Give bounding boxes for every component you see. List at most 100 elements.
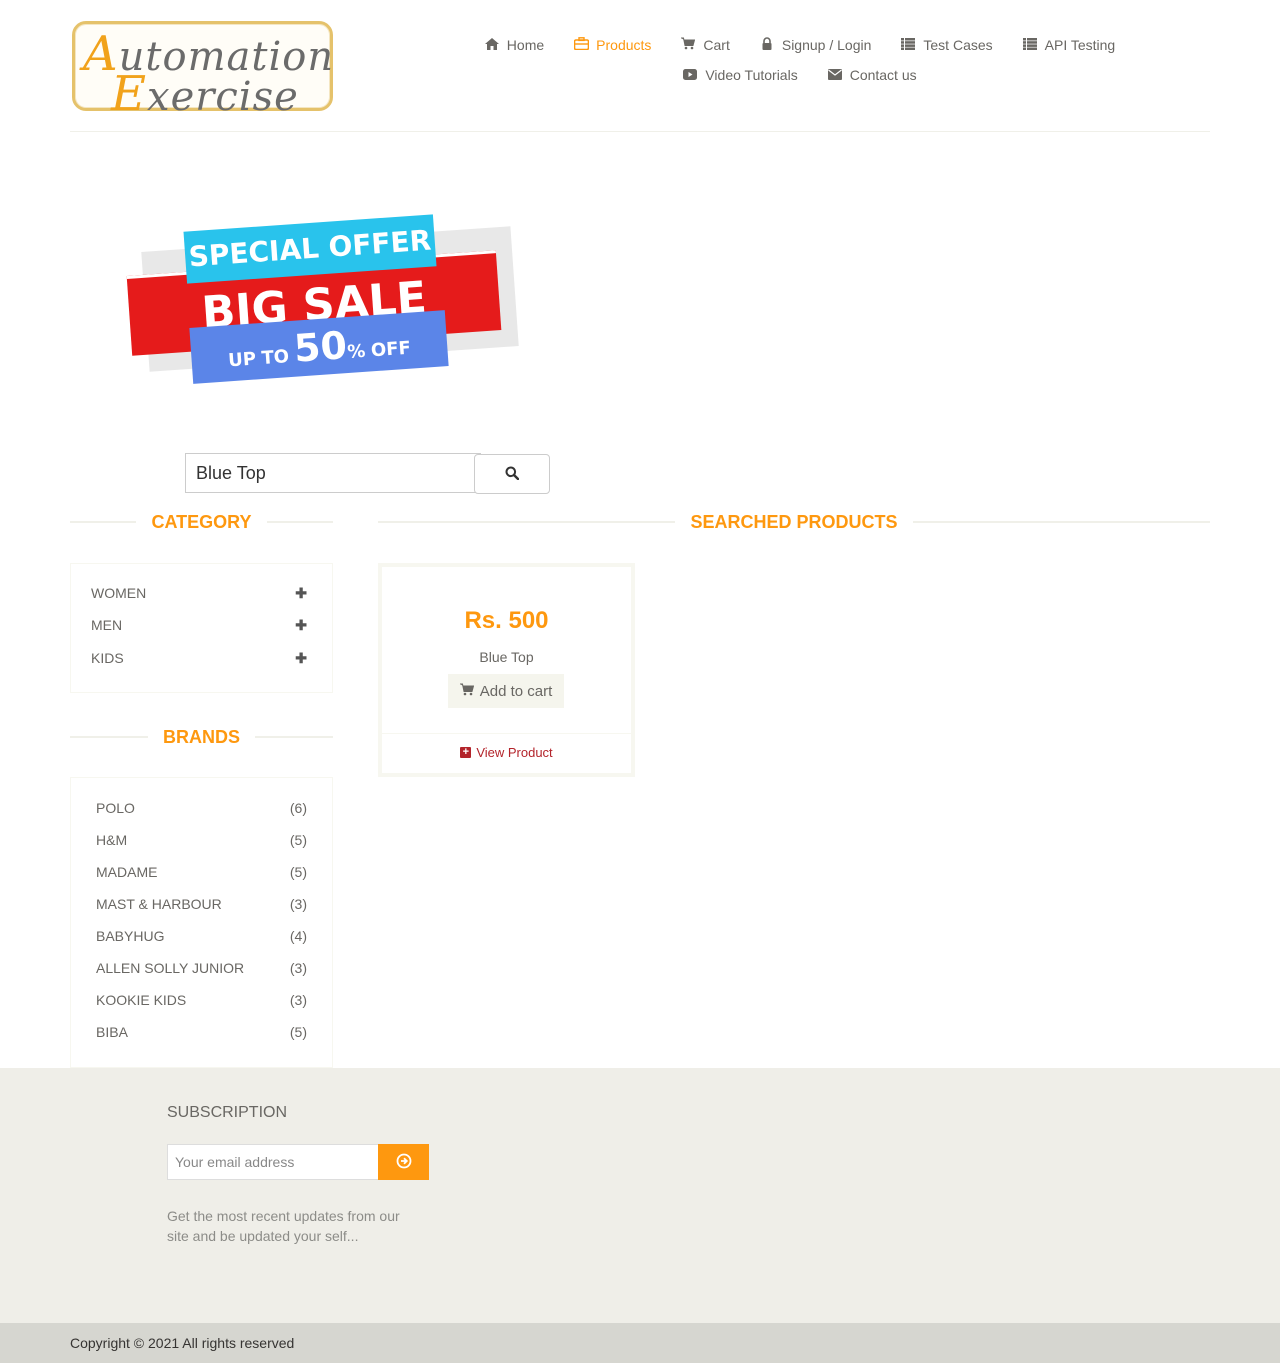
brand-name: MADAME: [96, 864, 158, 880]
brand-name: POLO: [96, 800, 135, 816]
cart-icon: [459, 683, 474, 700]
brand-count: (6): [289, 800, 307, 816]
add-to-cart-button[interactable]: Add to cart: [448, 674, 564, 708]
nav-video-tutorials[interactable]: Video Tutorials: [683, 67, 798, 83]
brand-item-biba[interactable]: BIBA (5): [96, 1022, 307, 1042]
category-title-label: CATEGORY: [136, 512, 267, 532]
nav-home[interactable]: Home: [484, 37, 545, 53]
brand-name: BABYHUG: [96, 928, 165, 944]
nav-test-cases-label: Test Cases: [923, 37, 993, 53]
site-logo[interactable]: Automation Exercise: [72, 21, 333, 122]
subscription-description: Get the most recent updates from our sit…: [167, 1208, 400, 1244]
nav-home-label: Home: [506, 37, 545, 53]
logo-line-2: Exercise: [111, 66, 299, 122]
brands-title-text: BRANDS: [70, 727, 333, 748]
nav-products[interactable]: Products: [573, 37, 652, 53]
logo-text-2: xercise: [147, 74, 299, 120]
main-nav: Home Products Cart Signup / Login Test C…: [460, 30, 1140, 90]
subscription-title: SUBSCRIPTION: [167, 1104, 288, 1121]
brand-name: BIBA: [96, 1024, 128, 1040]
brand-name: ALLEN SOLLY JUNIOR: [96, 960, 245, 976]
brand-item-madame[interactable]: MADAME (5): [96, 862, 307, 882]
plus-icon: ✚: [295, 616, 307, 633]
search-icon: [505, 466, 520, 483]
subscribe-email-input[interactable]: [167, 1144, 379, 1180]
subscribe-button[interactable]: [378, 1144, 429, 1180]
nav-products-label: Products: [596, 37, 652, 53]
nav-signup-login[interactable]: Signup / Login: [760, 37, 872, 53]
arrow-circle-right-icon: [396, 1153, 412, 1172]
category-item-label: WOMEN: [91, 585, 147, 601]
youtube-play-icon: [683, 68, 698, 83]
brand-count: (5): [289, 832, 307, 848]
banner-off: OFF: [370, 337, 412, 362]
category-item-label: MEN: [91, 617, 123, 633]
brand-count: (3): [289, 992, 307, 1008]
cart-icon: [681, 37, 696, 53]
home-icon: [484, 37, 499, 53]
brand-name: H&M: [96, 832, 128, 848]
plus-icon: ✚: [295, 584, 307, 601]
list-icon: [901, 37, 916, 53]
search-input[interactable]: [185, 453, 481, 493]
searched-products-title-label: SEARCHED PRODUCTS: [675, 512, 913, 532]
footer: SUBSCRIPTION Get the most recent updates…: [0, 1068, 1280, 1323]
category-item-men[interactable]: MEN ✚: [91, 615, 307, 635]
banner-percent: 50: [292, 323, 349, 371]
brand-count: (3): [289, 960, 307, 976]
brand-item-polo[interactable]: POLO (6): [96, 798, 307, 818]
brands-title-label: BRANDS: [147, 727, 255, 747]
nav-contact-us-label: Contact us: [849, 67, 917, 83]
search-button[interactable]: [474, 454, 550, 494]
add-to-cart-label: Add to cart: [479, 682, 553, 700]
brand-name: MAST & HARBOUR: [96, 896, 222, 912]
header-divider: [70, 131, 1210, 132]
nav-cart[interactable]: Cart: [681, 37, 730, 53]
nav-row-2: Video Tutorials Contact us: [460, 60, 1140, 90]
category-title: CATEGORY: [70, 512, 333, 532]
nav-contact-us[interactable]: Contact us: [827, 67, 917, 83]
product-name: Blue Top: [479, 649, 534, 665]
nav-video-tutorials-label: Video Tutorials: [705, 67, 798, 83]
category-item-kids[interactable]: KIDS ✚: [91, 648, 307, 668]
brand-count: (4): [289, 928, 307, 944]
nav-api-testing[interactable]: API Testing: [1022, 37, 1115, 53]
lock-icon: [760, 37, 774, 53]
card-divider: [382, 733, 631, 734]
plus-square-icon: +: [460, 747, 472, 758]
copyright: Copyright © 2021 All rights reserved: [70, 1335, 295, 1351]
searched-products-title: SEARCHED PRODUCTS: [378, 512, 1210, 532]
brands-title: BRANDS: [70, 727, 333, 747]
brand-item-babyhug[interactable]: BABYHUG (4): [96, 926, 307, 946]
briefcase-icon: [573, 37, 590, 53]
nav-cart-label: Cart: [703, 37, 730, 53]
footer-bottom: Copyright © 2021 All rights reserved: [0, 1323, 1280, 1363]
brand-item-allen-solly-junior[interactable]: ALLEN SOLLY JUNIOR (3): [96, 958, 307, 978]
nav-test-cases[interactable]: Test Cases: [901, 37, 993, 53]
product-price: Rs. 500: [464, 607, 549, 634]
plus-icon: ✚: [295, 649, 307, 666]
category-title-text: CATEGORY: [70, 512, 333, 533]
category-item-label: KIDS: [91, 650, 124, 666]
banner-to: TO: [260, 346, 290, 370]
banner-up: UP: [227, 348, 257, 372]
page: Automation Exercise Home Products Cart S…: [0, 0, 1280, 1363]
searched-products-title-text: SEARCHED PRODUCTS: [378, 512, 1210, 533]
brand-name: KOOKIE KIDS: [96, 992, 187, 1008]
list-icon: [1022, 37, 1037, 53]
view-product-link[interactable]: + View Product: [382, 745, 631, 760]
brand-count: (5): [289, 1024, 307, 1040]
product-card: Rs. 500 Blue Top Add to cart + View Prod…: [378, 563, 635, 777]
brand-count: (5): [289, 864, 307, 880]
sale-banner: BIG SALE SPECIAL OFFER UP TO 50% OFF: [125, 205, 519, 395]
category-panel: WOMEN ✚ MEN ✚ KIDS ✚: [70, 563, 333, 693]
view-product-label: View Product: [476, 745, 553, 760]
nav-signup-login-label: Signup / Login: [781, 37, 872, 53]
brand-item-hm[interactable]: H&M (5): [96, 830, 307, 850]
nav-row-1: Home Products Cart Signup / Login Test C…: [460, 30, 1140, 60]
brand-item-mast-harbour[interactable]: MAST & HARBOUR (3): [96, 894, 307, 914]
brands-panel: POLO (6) H&M (5) MADAME (5) MAST & HARBOUR (…: [70, 777, 333, 1068]
brand-item-kookie-kids[interactable]: KOOKIE KIDS (3): [96, 990, 307, 1010]
logo-cap-e: E: [111, 66, 148, 122]
category-item-women[interactable]: WOMEN ✚: [91, 583, 307, 603]
